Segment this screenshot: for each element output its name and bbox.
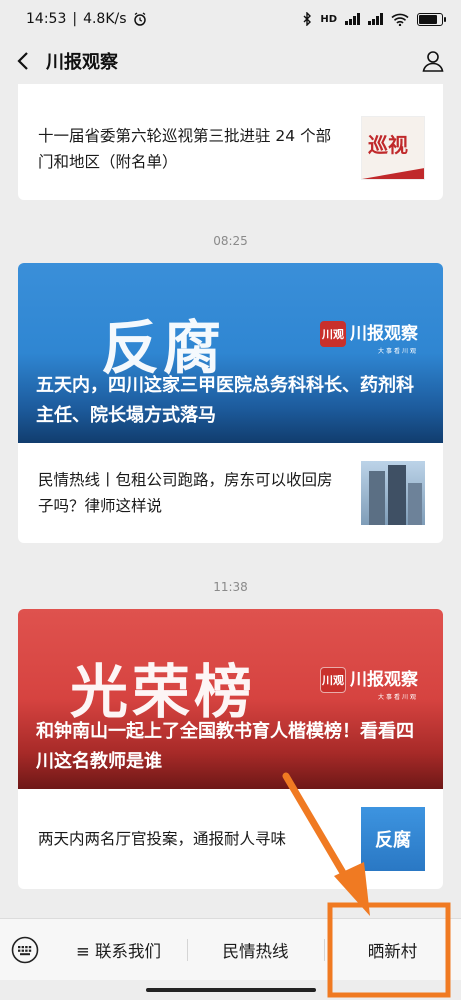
- article-title: 两天内两名厅官投案，通报耐人寻味: [38, 830, 287, 848]
- brand-logo: 川报观察 大事看川观: [350, 665, 418, 701]
- hero-banner[interactable]: 光荣榜 川观 川报观察 大事看川观 和钟南山一起上了全国教书育人楷模榜！看看四川…: [18, 609, 443, 789]
- home-indicator[interactable]: [146, 988, 316, 992]
- article-title: 民情热线丨包租公司跑路，房东可以收回房子吗？律师这样说: [38, 471, 333, 515]
- keyboard-icon: [11, 936, 39, 963]
- menu-new-village[interactable]: 晒新村: [324, 919, 461, 981]
- person-icon: [422, 51, 444, 72]
- menu-hotline[interactable]: 民情热线: [187, 919, 324, 981]
- list-item[interactable]: 民情热线丨包租公司跑路，房东可以收回房子吗？律师这样说: [18, 443, 443, 543]
- brand-name: 川报观察: [350, 670, 418, 690]
- article-thumbnail: 反腐: [361, 807, 425, 871]
- brand-slogan: 大事看川观: [377, 694, 418, 701]
- article-thumbnail: 巡视: [361, 116, 425, 180]
- wifi-icon: [391, 13, 409, 26]
- signal-icon: [345, 13, 360, 25]
- thumbnail-text: 反腐: [375, 830, 411, 851]
- article-feed[interactable]: 十一届省委第六轮巡视第三批进驻 24 个部门和地区（附名单） 巡视 08:25 …: [0, 84, 461, 918]
- brand-slogan: 大事看川观: [377, 348, 418, 355]
- keyboard-toggle-button[interactable]: [0, 936, 50, 964]
- article-title: 十一届省委第六轮巡视第三批进驻 24 个部门和地区（附名单）: [38, 127, 332, 171]
- nav-bar: 川报观察: [0, 38, 461, 84]
- hero-banner[interactable]: 反腐 川观 川报观察 大事看川观 五天内，四川这家三甲医院总务科科长、药剂科主任…: [18, 263, 443, 443]
- brand-logo: 川报观察 大事看川观: [350, 319, 418, 355]
- article-card-honor-roll[interactable]: 光荣榜 川观 川报观察 大事看川观 和钟南山一起上了全国教书育人楷模榜！看看四川…: [18, 609, 443, 889]
- brand-badge: 川观: [320, 667, 346, 693]
- timestamp: 08:25: [213, 234, 248, 248]
- profile-button[interactable]: [405, 49, 461, 73]
- bluetooth-icon: [303, 12, 312, 26]
- thumbnail-text: 巡视: [368, 133, 408, 157]
- status-bar: 14:53 | 4.8K/s HD: [0, 0, 461, 38]
- back-button[interactable]: [0, 51, 46, 71]
- timestamp: 11:38: [213, 580, 248, 594]
- signal-icon-2: [368, 13, 383, 25]
- hero-title: 和钟南山一起上了全国教书育人楷模榜！看看四川这名教师是谁: [36, 721, 414, 772]
- status-separator: |: [72, 11, 78, 27]
- chevron-left-icon: [17, 52, 28, 70]
- battery-icon: [417, 12, 446, 26]
- article-thumbnail: [361, 461, 425, 525]
- network-speed: 4.8K/s: [83, 11, 127, 27]
- alarm-icon: [133, 12, 146, 26]
- article-card-top[interactable]: 十一届省委第六轮巡视第三批进驻 24 个部门和地区（附名单） 巡视: [18, 84, 443, 200]
- bottom-menu-bar: ≡ 联系我们 民情热线 晒新村: [0, 918, 461, 980]
- menu-contact-us[interactable]: ≡ 联系我们: [50, 919, 187, 981]
- hd-icon: HD: [320, 13, 337, 25]
- brand-name: 川报观察: [350, 324, 418, 344]
- hero-title: 五天内，四川这家三甲医院总务科科长、药剂科主任、院长塌方式落马: [36, 375, 414, 426]
- article-card-anticorruption[interactable]: 反腐 川观 川报观察 大事看川观 五天内，四川这家三甲医院总务科科长、药剂科主任…: [18, 263, 443, 543]
- hero-image-cropped: [18, 84, 443, 98]
- list-item[interactable]: 十一届省委第六轮巡视第三批进驻 24 个部门和地区（附名单） 巡视: [18, 98, 443, 200]
- list-item[interactable]: 两天内两名厅官投案，通报耐人寻味 反腐: [18, 789, 443, 889]
- status-time: 14:53: [26, 11, 67, 27]
- brand-badge: 川观: [320, 321, 346, 347]
- page-title: 川报观察: [46, 52, 118, 73]
